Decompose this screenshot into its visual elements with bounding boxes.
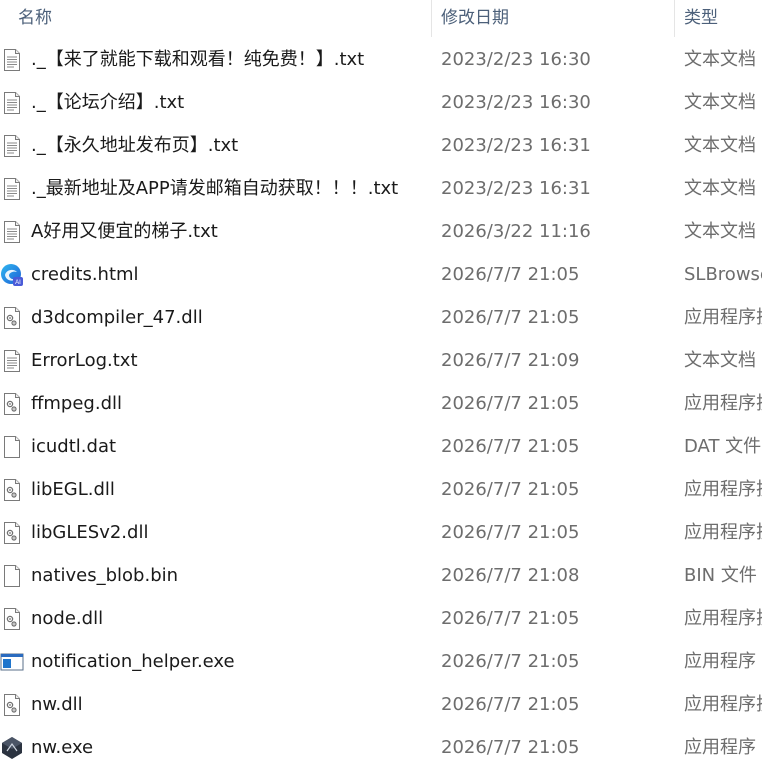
file-type: 应用程序扩 (684, 393, 762, 414)
file-name: ._【永久地址发布页】.txt (31, 135, 239, 156)
file-modified-date: 2026/7/7 21:05 (441, 479, 580, 500)
file-name: notification_helper.exe (31, 651, 235, 672)
file-row[interactable]: A好用又便宜的梯子.txt 2026/3/22 11:16 文本文档 (0, 210, 762, 253)
file-modified-date: 2026/7/7 21:05 (441, 737, 580, 758)
file-type: 应用程序扩 (684, 479, 762, 500)
file-type: 应用程序扩 (684, 694, 762, 715)
file-modified-date: 2026/7/7 21:05 (441, 307, 580, 328)
file-type: 应用程序扩 (684, 608, 762, 629)
file-modified-date: 2023/2/23 16:31 (441, 178, 591, 199)
file-type: 文本文档 (684, 221, 756, 242)
file-modified-date: 2026/7/7 21:09 (441, 350, 580, 371)
file-type: 文本文档 (684, 135, 756, 156)
file-row[interactable]: ErrorLog.txt 2026/7/7 21:09 文本文档 (0, 339, 762, 382)
file-row[interactable]: d3dcompiler_47.dll 2026/7/7 21:05 应用程序扩 (0, 296, 762, 339)
file-modified-date: 2026/7/7 21:05 (441, 264, 580, 285)
file-modified-date: 2026/7/7 21:05 (441, 522, 580, 543)
file-row[interactable]: ._【论坛介绍】.txt 2023/2/23 16:30 文本文档 (0, 81, 762, 124)
file-row[interactable]: libGLESv2.dll 2026/7/7 21:05 应用程序扩 (0, 511, 762, 554)
file-name: libEGL.dll (31, 479, 115, 500)
file-modified-date: 2023/2/23 16:31 (441, 135, 591, 156)
column-divider[interactable] (674, 0, 675, 37)
dll-file-icon (0, 478, 24, 502)
file-row[interactable]: ffmpeg.dll 2026/7/7 21:05 应用程序扩 (0, 382, 762, 425)
file-row[interactable]: ._【来了就能下载和观看！纯免费！】.txt 2023/2/23 16:30 文本文… (0, 38, 762, 81)
dll-file-icon (0, 693, 24, 717)
dll-file-icon (0, 607, 24, 631)
file-name: ffmpeg.dll (31, 393, 123, 414)
file-name: ErrorLog.txt (31, 350, 138, 371)
dll-file-icon (0, 521, 24, 545)
file-list: ._【来了就能下载和观看！纯免费！】.txt 2023/2/23 16:30 文本文… (0, 38, 762, 769)
file-name: credits.html (31, 264, 139, 285)
file-name: ._最新地址及APP请发邮箱自动获取！！！.txt (31, 178, 399, 199)
file-name: nw.dll (31, 694, 83, 715)
file-modified-date: 2023/2/23 16:30 (441, 92, 591, 113)
column-header-type[interactable]: 类型 (684, 0, 718, 37)
file-row[interactable]: natives_blob.bin 2026/7/7 21:08 BIN 文件 (0, 554, 762, 597)
column-header-date[interactable]: 修改日期 (441, 0, 509, 37)
browser-html-icon: AI (0, 263, 24, 287)
text-file-icon (0, 220, 24, 244)
file-modified-date: 2026/7/7 21:05 (441, 436, 580, 457)
file-name: ._【论坛介绍】.txt (31, 92, 185, 113)
dll-file-icon (0, 306, 24, 330)
file-row[interactable]: ._最新地址及APP请发邮箱自动获取！！！.txt 2023/2/23 16:31… (0, 167, 762, 210)
file-type: SLBrowse (684, 264, 762, 285)
file-name: libGLESv2.dll (31, 522, 149, 543)
file-modified-date: 2026/7/7 21:05 (441, 608, 580, 629)
file-modified-date: 2026/7/7 21:05 (441, 694, 580, 715)
file-type: 应用程序扩 (684, 522, 762, 543)
file-name: A好用又便宜的梯子.txt (31, 221, 218, 242)
file-row[interactable]: ._【永久地址发布页】.txt 2023/2/23 16:31 文本文档 (0, 124, 762, 167)
file-modified-date: 2026/3/22 11:16 (441, 221, 591, 242)
file-name: nw.exe (31, 737, 94, 758)
dll-file-icon (0, 392, 24, 416)
blank-file-icon (0, 564, 24, 588)
file-row[interactable]: libEGL.dll 2026/7/7 21:05 应用程序扩 (0, 468, 762, 511)
svg-text:AI: AI (15, 280, 21, 286)
blank-file-icon (0, 435, 24, 459)
file-row[interactable]: icudtl.dat 2026/7/7 21:05 DAT 文件 (0, 425, 762, 468)
text-file-icon (0, 48, 24, 72)
file-row[interactable]: AI credits.html 2026/7/7 21:05 SLBrowse (0, 253, 762, 296)
file-name: natives_blob.bin (31, 565, 179, 586)
text-file-icon (0, 349, 24, 373)
file-modified-date: 2026/7/7 21:05 (441, 651, 580, 672)
column-header-bar: 名称 修改日期 类型 (0, 0, 762, 37)
text-file-icon (0, 91, 24, 115)
sort-up-icon (214, 0, 224, 2)
file-row[interactable]: nw.dll 2026/7/7 21:05 应用程序扩 (0, 683, 762, 726)
window-exe-icon (0, 650, 24, 674)
text-file-icon (0, 134, 24, 158)
file-row[interactable]: node.dll 2026/7/7 21:05 应用程序扩 (0, 597, 762, 640)
file-type: 文本文档 (684, 178, 756, 199)
file-row[interactable]: notification_helper.exe 2026/7/7 21:05 应用程… (0, 640, 762, 683)
file-type: 文本文档 (684, 92, 756, 113)
file-row[interactable]: nw.exe 2026/7/7 21:05 应用程序 (0, 726, 762, 769)
file-modified-date: 2023/2/23 16:30 (441, 49, 591, 70)
column-header-name[interactable]: 名称 (18, 0, 52, 37)
file-type: 文本文档 (684, 49, 756, 70)
file-name: node.dll (31, 608, 104, 629)
file-type: 应用程序 (684, 737, 756, 758)
text-file-icon (0, 177, 24, 201)
file-type: BIN 文件 (684, 565, 757, 586)
file-modified-date: 2026/7/7 21:08 (441, 565, 580, 586)
file-type: 应用程序扩 (684, 307, 762, 328)
file-modified-date: 2026/7/7 21:05 (441, 393, 580, 414)
column-divider[interactable] (431, 0, 432, 37)
file-type: DAT 文件 (684, 436, 762, 457)
file-type: 应用程序 (684, 651, 756, 672)
file-name: d3dcompiler_47.dll (31, 307, 203, 328)
file-name: icudtl.dat (31, 436, 117, 457)
nw-exe-icon (0, 736, 24, 760)
file-type: 文本文档 (684, 350, 756, 371)
file-name: ._【来了就能下载和观看！纯免费！】.txt (31, 49, 365, 70)
